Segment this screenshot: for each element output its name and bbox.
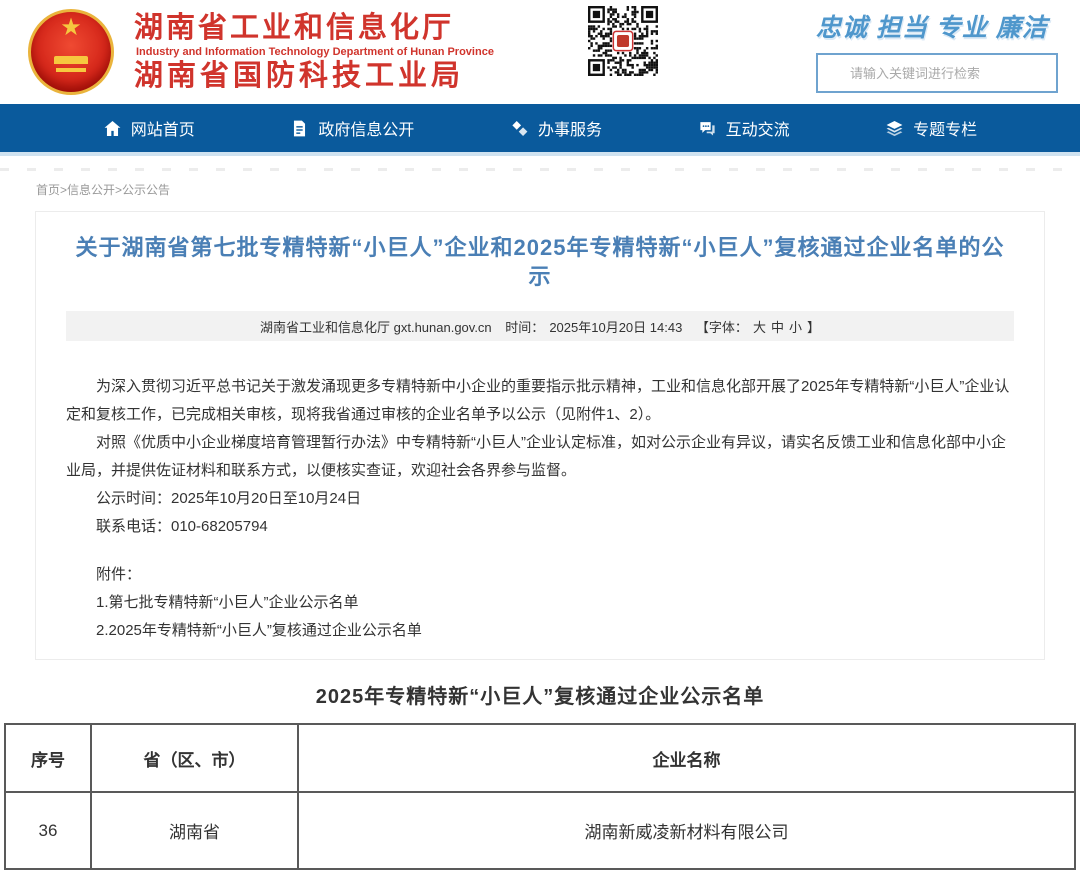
article-paragraph: 对照《优质中小企业梯度培育管理暂行办法》中专精特新“小巨人”企业认定标准，如对公… (66, 429, 1014, 485)
dashed-divider (0, 168, 1080, 171)
nav-item-label: 政府信息公开 (318, 116, 414, 140)
article-title: 关于湖南省第七批专精特新“小巨人”企业和2025年专精特新“小巨人”复核通过企业… (66, 234, 1014, 291)
nav-item-gov-info[interactable]: 政府信息公开 (290, 116, 414, 140)
breadcrumb[interactable]: 首页>信息公开>公示公告 (36, 181, 1080, 198)
nav-item-special-topics[interactable]: 专题专栏 (885, 116, 977, 140)
nav-item-services[interactable]: 办事服务 (510, 116, 602, 140)
cell-company: 湖南新威凌新材料有限公司 (298, 792, 1075, 869)
qr-code (588, 6, 658, 76)
emblem-star-icon: ★ (31, 16, 111, 40)
article-body: 为深入贯彻习近平总书记关于激发涌现更多专精特新中小企业的重要指示批示精神，工业和… (66, 373, 1014, 645)
nav-item-label: 办事服务 (538, 116, 602, 140)
table-title: 2025年专精特新“小巨人”复核通过企业公示名单 (0, 680, 1080, 709)
org-title-en: Industry and Information Technology Depa… (136, 47, 494, 58)
cell-province: 湖南省 (91, 792, 298, 869)
article-meta-bar: 湖南省工业和信息化厅 gxt.hunan.gov.cn 时间： 2025年10月… (66, 311, 1014, 341)
chat-icon (698, 119, 717, 138)
service-icon (510, 119, 529, 138)
layers-icon (885, 119, 904, 138)
document-icon (290, 119, 309, 138)
attachments-label: 附件： (66, 561, 1014, 589)
article-time: 2025年10月20日 14:43 (549, 317, 682, 336)
nav-item-label: 互动交流 (726, 116, 790, 140)
site-header: ★ 湖南省工业和信息化厅 Industry and Information Te… (0, 0, 1080, 104)
col-header-index: 序号 (5, 724, 91, 792)
col-header-company: 企业名称 (298, 724, 1075, 792)
search-input[interactable] (816, 53, 1058, 93)
font-size-large-button[interactable]: 大 (753, 317, 766, 336)
org-title-block: 湖南省工业和信息化厅 Industry and Information Tech… (134, 14, 494, 91)
nav-item-label: 专题专栏 (913, 116, 977, 140)
national-emblem-logo: ★ (28, 9, 114, 95)
font-size-label-close: 】 (807, 317, 820, 336)
site-slogan: 忠诚 担当 专业 廉洁 (816, 8, 1066, 44)
table-row: 36 湖南省 湖南新威凌新材料有限公司 (5, 792, 1075, 869)
nav-item-home[interactable]: 网站首页 (103, 116, 195, 140)
org-title-cn-2: 湖南省国防科技工业局 (134, 62, 494, 91)
attachment-link-2[interactable]: 2.2025年专精特新“小巨人”复核通过企业公示名单 (66, 617, 1014, 645)
contact-phone: 联系电话：010-68205794 (66, 513, 1014, 541)
font-size-medium-button[interactable]: 中 (771, 317, 784, 336)
nav-item-interaction[interactable]: 互动交流 (698, 116, 790, 140)
font-size-small-button[interactable]: 小 (789, 317, 802, 336)
publicity-period: 公示时间：2025年10月20日至10月24日 (66, 485, 1014, 513)
article-container: 关于湖南省第七批专精特新“小巨人”企业和2025年专精特新“小巨人”复核通过企业… (35, 211, 1045, 660)
main-nav: 网站首页 政府信息公开 办事服务 互动交流 专题专栏 (0, 104, 1080, 156)
search-box (816, 53, 1066, 93)
table-header-row: 序号 省（区、市） 企业名称 (5, 724, 1075, 792)
article-paragraph: 为深入贯彻习近平总书记关于激发涌现更多专精特新中小企业的重要指示批示精神，工业和… (66, 373, 1014, 429)
article-source: 湖南省工业和信息化厅 gxt.hunan.gov.cn (260, 317, 492, 336)
cell-index: 36 (5, 792, 91, 869)
nav-item-label: 网站首页 (131, 116, 195, 140)
attachment-link-1[interactable]: 1.第七批专精特新“小巨人”企业公示名单 (66, 589, 1014, 617)
emblem-gate-icon (54, 56, 88, 64)
font-size-label: 【字体： (696, 317, 748, 336)
company-table: 序号 省（区、市） 企业名称 36 湖南省 湖南新威凌新材料有限公司 (4, 723, 1076, 870)
col-header-province: 省（区、市） (91, 724, 298, 792)
home-icon (103, 119, 122, 138)
org-title-cn-1: 湖南省工业和信息化厅 (134, 14, 494, 43)
article-time-label: 时间： (505, 317, 544, 336)
